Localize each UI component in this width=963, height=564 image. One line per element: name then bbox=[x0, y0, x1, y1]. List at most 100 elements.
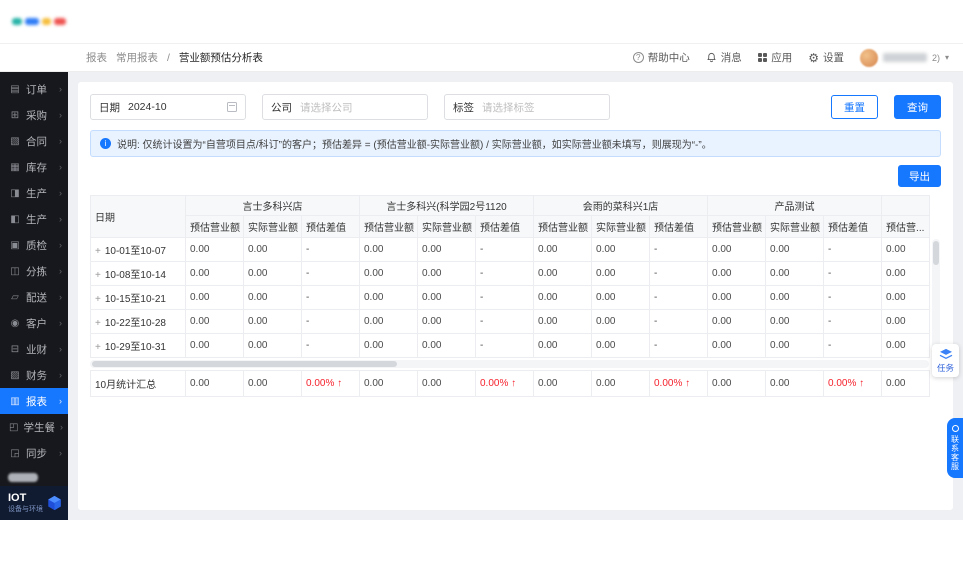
help-center-button[interactable]: ? 帮助中心 bbox=[632, 50, 690, 65]
cell-estimated-diff: - bbox=[474, 309, 535, 334]
cell-estimated-diff: - bbox=[301, 285, 360, 310]
sidebar-item-sync[interactable]: ◲ 同步 › bbox=[0, 440, 68, 466]
cell-estimated-diff: - bbox=[649, 237, 709, 262]
reset-button[interactable]: 重置 bbox=[831, 95, 878, 119]
purchase-icon: ⊞ bbox=[10, 109, 20, 121]
expand-icon[interactable]: + bbox=[95, 318, 101, 329]
table-row[interactable]: +10-01至10-07 0.00 0.00-0.00 0.00-0.00 0.00-0… bbox=[90, 237, 931, 262]
table-group-header-row: 日期 言士多科兴店 言士多科兴(科学园2号1120 会雨的菜科兴1店 产品测试 bbox=[90, 195, 931, 238]
table-row[interactable]: +10-22至10-28 0.00 0.00-0.00 0.00-0.00 0.00-0… bbox=[90, 309, 931, 334]
sidebar-item-biz-finance[interactable]: ⊟ 业财 › bbox=[0, 336, 68, 362]
breadcrumb-separator: / bbox=[167, 51, 170, 64]
cell-estimated-diff: - bbox=[474, 261, 535, 286]
summary-diff: 0.00% ↑ bbox=[301, 370, 360, 397]
report-panel: 日期 2024-10 公司 请选择公司 标签 请选择标签 重置 查询 i 说明:… bbox=[78, 82, 953, 510]
tag-filter[interactable]: 标签 请选择标签 bbox=[444, 94, 610, 120]
export-button[interactable]: 导出 bbox=[898, 165, 941, 187]
avatar bbox=[859, 48, 878, 67]
col-subheader: 预估营业额 bbox=[533, 215, 593, 238]
company-filter[interactable]: 公司 请选择公司 bbox=[262, 94, 428, 120]
customer-icon: ◉ bbox=[10, 317, 20, 329]
cell-actual-revenue: 0.00 bbox=[417, 370, 476, 397]
app-logo[interactable] bbox=[12, 18, 66, 25]
sidebar-item-delivery[interactable]: ▱ 配送 › bbox=[0, 284, 68, 310]
reports-icon: ▥ bbox=[10, 395, 20, 407]
sidebar-menu: ▤ 订单 › ⊞ 采购 › ▧ 合同 › ▦ 库存 › ◨ 生产 › ◧ 生产 › ▣ 质检 › ◫ 分拣 › ▱ 配送 › ◉ 客户 ›… bbox=[0, 72, 68, 471]
apps-grid-icon bbox=[757, 52, 768, 63]
settings-button[interactable]: ⚙ 设置 bbox=[808, 50, 844, 65]
vertical-scrollbar-thumb[interactable] bbox=[933, 241, 939, 265]
sidebar-item-sorting[interactable]: ◫ 分拣 › bbox=[0, 258, 68, 284]
cell-actual-revenue: 0.00 bbox=[591, 285, 651, 310]
sidebar-item-inventory[interactable]: ▦ 库存 › bbox=[0, 154, 68, 180]
breadcrumb-current: 营业额预估分析表 bbox=[178, 52, 263, 64]
student-meal-icon: ◰ bbox=[9, 421, 19, 433]
chevron-right-icon: › bbox=[59, 240, 62, 250]
sidebar-item-production-2[interactable]: ◧ 生产 › bbox=[0, 206, 68, 232]
chevron-right-icon: › bbox=[59, 318, 62, 328]
table-row[interactable]: +10-29至10-31 0.00 0.00-0.00 0.00-0.00 0.00-0… bbox=[90, 333, 931, 358]
table-row[interactable]: +10-08至10-14 0.00 0.00-0.00 0.00-0.00 0.00-0… bbox=[90, 261, 931, 286]
cell-estimated-revenue: 0.00 bbox=[707, 261, 767, 286]
chevron-right-icon: › bbox=[59, 396, 62, 406]
sidebar-item-label: 订单 bbox=[26, 83, 47, 96]
tasks-widget[interactable]: 任务 bbox=[932, 344, 959, 377]
cell-estimated-revenue: 0.00 bbox=[359, 261, 418, 286]
user-menu[interactable]: 2) ▾ bbox=[859, 48, 949, 67]
contract-icon: ▧ bbox=[10, 135, 20, 147]
cell-overflow: 0.00 bbox=[881, 285, 931, 310]
breadcrumb-root[interactable]: 报表 bbox=[86, 50, 107, 65]
table-row[interactable]: +10-15至10-21 0.00 0.00-0.00 0.00-0.00 0.00-0… bbox=[90, 285, 931, 310]
iot-widget[interactable]: IOT 设备与环境 bbox=[0, 486, 68, 520]
delivery-icon: ▱ bbox=[11, 291, 19, 303]
date-filter[interactable]: 日期 2024-10 bbox=[90, 94, 246, 120]
cell-actual-revenue: 0.00 bbox=[243, 285, 302, 310]
cell-estimated-revenue: 0.00 bbox=[533, 285, 593, 310]
tasks-label: 任务 bbox=[936, 363, 954, 373]
cell-date: +10-01至10-07 bbox=[90, 237, 186, 262]
sidebar-item-production-1[interactable]: ◨ 生产 › bbox=[0, 180, 68, 206]
sidebar-item-student-meal[interactable]: ◰ 学生餐 › bbox=[0, 414, 68, 440]
cell-actual-revenue: 0.00 bbox=[765, 309, 825, 334]
sidebar-item-label: 报表 bbox=[26, 395, 47, 408]
expand-icon[interactable]: + bbox=[95, 342, 101, 353]
export-row: 导出 bbox=[90, 165, 941, 187]
query-button[interactable]: 查询 bbox=[894, 95, 941, 119]
expand-icon[interactable]: + bbox=[95, 246, 101, 257]
col-subheader: 实际营业额 bbox=[417, 215, 476, 238]
sidebar-item-finance[interactable]: ▨ 财务 › bbox=[0, 362, 68, 388]
inventory-icon: ▦ bbox=[10, 161, 20, 173]
sidebar-item-label: 分拣 bbox=[26, 265, 47, 278]
apps-button[interactable]: 应用 bbox=[757, 50, 793, 65]
sidebar-item-quality[interactable]: ▣ 质检 › bbox=[0, 232, 68, 258]
col-subheader: 预估差值 bbox=[649, 215, 709, 238]
expand-icon[interactable]: + bbox=[95, 294, 101, 305]
sidebar-item-contract[interactable]: ▧ 合同 › bbox=[0, 128, 68, 154]
logo-segment bbox=[54, 18, 66, 25]
horizontal-scrollbar[interactable]: › bbox=[90, 357, 940, 368]
sidebar-item-reports[interactable]: ▥ 报表 › bbox=[0, 388, 68, 414]
finance-icon: ▨ bbox=[10, 369, 20, 381]
quality-check-icon: ▣ bbox=[10, 239, 20, 251]
customer-service-button[interactable]: 联系客服 bbox=[947, 418, 963, 478]
logo-segment bbox=[25, 18, 39, 25]
cell-overflow: 0.00 bbox=[881, 261, 931, 286]
sidebar-item-orders[interactable]: ▤ 订单 › bbox=[0, 76, 68, 102]
chevron-right-icon: › bbox=[59, 214, 62, 224]
sidebar-item-label: 生产 bbox=[26, 187, 47, 200]
sidebar-item-customer[interactable]: ◉ 客户 › bbox=[0, 310, 68, 336]
logo-segment bbox=[12, 18, 22, 25]
horizontal-scrollbar-thumb[interactable] bbox=[92, 361, 397, 367]
breadcrumb-section[interactable]: 常用报表 bbox=[116, 50, 158, 65]
settings-label: 设置 bbox=[822, 52, 844, 64]
user-name-blurred bbox=[882, 53, 927, 62]
header-actions: ? 帮助中心 消息 应用 ⚙ 设置 2) ▾ bbox=[632, 48, 949, 67]
content-area: 日期 2024-10 公司 请选择公司 标签 请选择标签 重置 查询 i 说明:… bbox=[68, 72, 963, 520]
cell-actual-revenue: 0.00 bbox=[765, 261, 825, 286]
messages-button[interactable]: 消息 bbox=[706, 50, 742, 65]
sidebar-item-purchase[interactable]: ⊞ 采购 › bbox=[0, 102, 68, 128]
cell-estimated-revenue: 0.00 bbox=[707, 309, 767, 334]
expand-icon[interactable]: + bbox=[95, 270, 101, 281]
cell-actual-revenue: 0.00 bbox=[243, 370, 302, 397]
apps-label: 应用 bbox=[771, 52, 793, 64]
